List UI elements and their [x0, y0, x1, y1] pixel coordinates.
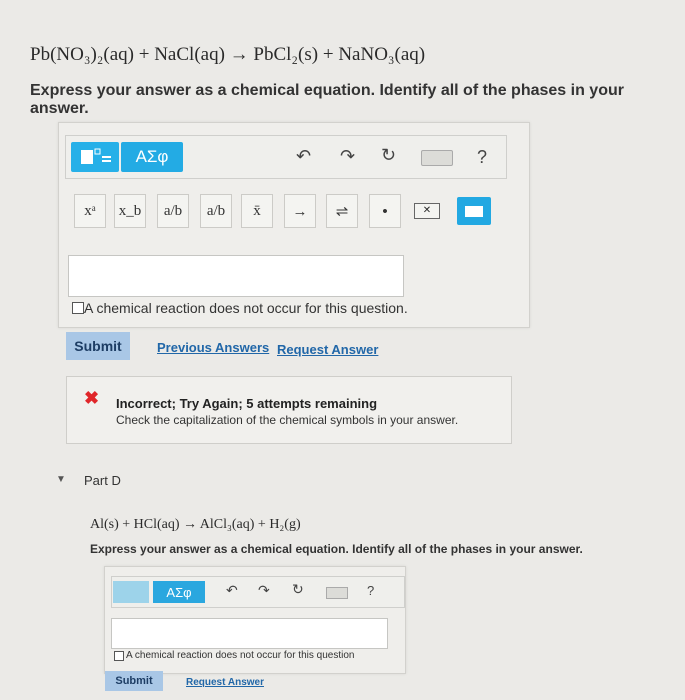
overbar-button[interactable]: x̄ — [241, 194, 273, 228]
equation-part-c: Pb(NO₃)₂(aq) + NaCl(aq) → PbCl₂(s) + NaN… — [30, 44, 426, 65]
redo-icon-part-d[interactable]: ↷ — [258, 582, 270, 599]
undo-icon[interactable]: ↶ — [296, 146, 311, 167]
instructions-part-d: Express your answer as a chemical equati… — [90, 542, 583, 556]
help-button-part-d[interactable]: ? — [367, 583, 374, 598]
submit-button-part-d[interactable]: Submit — [105, 671, 163, 691]
no-reaction-label-part-d: A chemical reaction does not occur for t… — [126, 650, 355, 661]
collapse-caret-icon[interactable]: ▼ — [56, 474, 66, 485]
keyboard-toggle-button[interactable] — [457, 197, 491, 225]
fraction-button[interactable]: a/b — [157, 194, 189, 228]
templates-button[interactable] — [71, 142, 119, 172]
dot-button[interactable]: • — [369, 194, 401, 228]
reaction-arrow-button[interactable]: → — [284, 194, 316, 228]
equation-part-d: Al(s) + HCl(aq) → AlCl₃(aq) + H₂(g) — [90, 517, 301, 532]
keyboard-icon[interactable] — [421, 150, 453, 166]
redo-icon[interactable]: ↷ — [340, 146, 355, 167]
templates-icon — [81, 148, 111, 164]
equilibrium-arrow-button[interactable]: ⇌ — [326, 194, 358, 228]
templates-button-part-d[interactable] — [113, 581, 149, 603]
request-answer-link-part-d[interactable]: Request Answer — [186, 677, 264, 688]
answer-input-part-c[interactable] — [68, 255, 404, 297]
instructions-part-c: Express your answer as a chemical equati… — [30, 82, 624, 117]
keyboard-icon — [465, 206, 483, 217]
no-reaction-label-part-c: A chemical reaction does not occur for t… — [84, 300, 408, 316]
reset-icon-part-d[interactable]: ↻ — [292, 581, 304, 598]
feedback-message: Check the capitalization of the chemical… — [116, 413, 459, 427]
incorrect-icon: ✖ — [84, 388, 100, 408]
request-answer-link-part-c[interactable]: Request Answer — [277, 342, 378, 357]
greek-symbols-button-part-d[interactable]: ΑΣφ — [153, 581, 205, 603]
previous-answers-link[interactable]: Previous Answers — [157, 340, 269, 355]
reset-icon[interactable]: ↻ — [381, 145, 396, 166]
inline-fraction-button[interactable]: a/b — [200, 194, 232, 228]
submit-button-part-c[interactable]: Submit — [66, 332, 130, 360]
help-button[interactable]: ? — [477, 147, 487, 168]
feedback-title: Incorrect; Try Again; 5 attempts remaini… — [116, 396, 378, 411]
answer-input-part-d[interactable] — [111, 618, 388, 649]
greek-symbols-button[interactable]: ΑΣφ — [121, 142, 183, 172]
keyboard-icon-part-d[interactable] — [326, 587, 348, 599]
subscript-button[interactable]: x_b — [114, 194, 146, 228]
delete-icon[interactable]: ✕ — [414, 203, 440, 219]
no-reaction-checkbox-part-d[interactable] — [114, 651, 124, 661]
undo-icon-part-d[interactable]: ↶ — [226, 582, 238, 599]
part-d-heading[interactable]: Part D — [84, 473, 121, 488]
no-reaction-checkbox-part-c[interactable] — [72, 302, 84, 314]
superscript-button[interactable]: xᵃ — [74, 194, 106, 228]
